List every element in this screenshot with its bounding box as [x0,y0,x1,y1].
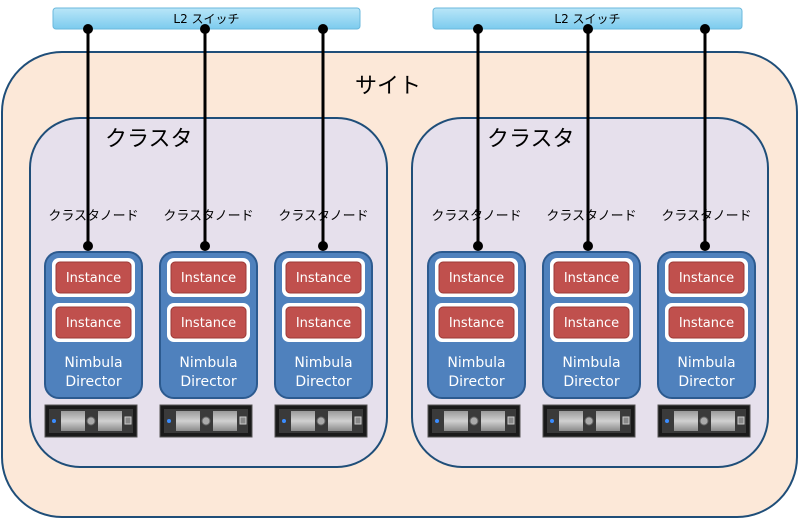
director-label-line2: Director [65,374,121,390]
link-connector-dot [200,241,210,251]
server-port [239,416,247,425]
instance-label: Instance [181,316,236,331]
instance-label: Instance [449,316,504,331]
server-port [737,416,745,425]
server-drive-bay [98,411,122,431]
link-connector-dot [583,24,593,34]
site-label: サイト [355,74,421,99]
server-drive-bay [176,411,200,431]
instance-label: Instance [296,316,351,331]
instance-label: Instance [66,316,121,331]
link-connector-dot [83,24,93,34]
server-port [622,416,630,425]
server-power-led [550,419,554,423]
instance-label: Instance [679,271,734,286]
server-drive-bay [213,411,237,431]
server-drive-bay [596,411,620,431]
link-connector-dot [200,24,210,34]
director-label-line1: Nimbula [562,355,620,371]
director-label-line1: Nimbula [677,355,735,371]
cluster-node-label: クラスタノード [546,209,636,224]
director-label-line2: Director [448,374,504,390]
l2-switch-label: L2 スイッチ [554,12,620,26]
server-drive-bay [674,411,698,431]
instance-label: Instance [181,271,236,286]
server-drive-bay [444,411,468,431]
director-label-line2: Director [180,374,236,390]
server-port [507,416,515,425]
server-button [469,416,479,426]
link-connector-dot [473,24,483,34]
instance-label: Instance [564,271,619,286]
server-drive-bay [711,411,735,431]
server-power-led [435,419,439,423]
cluster-node-label: クラスタノード [48,209,138,224]
server-power-led [52,419,56,423]
server-button [86,416,96,426]
instance-label: Instance [564,316,619,331]
cluster-node-label: クラスタノード [163,209,253,224]
server-button [201,416,211,426]
link-connector-dot [318,24,328,34]
cluster-label: クラスタ [105,127,193,152]
server-port [354,416,362,425]
server-port [124,416,132,425]
director-label-line2: Director [295,374,351,390]
link-connector-dot [473,241,483,251]
link-connector-dot [700,241,710,251]
server-drive-bay [61,411,85,431]
director-label-line2: Director [678,374,734,390]
server-button [699,416,709,426]
director-label-line1: Nimbula [179,355,237,371]
instance-label: Instance [296,271,351,286]
link-connector-dot [318,241,328,251]
instance-label: Instance [679,316,734,331]
director-label-line1: Nimbula [64,355,122,371]
director-label-line2: Director [563,374,619,390]
server-drive-bay [559,411,583,431]
instance-label: Instance [66,271,121,286]
architecture-diagram: サイト L2 スイッチ L2 スイッチクラスタクラスタノード Instance Ins… [1,7,798,518]
link-connector-dot [583,241,593,251]
server-button [316,416,326,426]
instance-label: Instance [449,271,504,286]
server-drive-bay [291,411,315,431]
link-connector-dot [700,24,710,34]
l2-switch-label: L2 スイッチ [173,12,239,26]
director-label-line1: Nimbula [447,355,505,371]
server-drive-bay [481,411,505,431]
server-button [584,416,594,426]
cluster-label: クラスタ [487,127,575,152]
link-connector-dot [83,241,93,251]
server-drive-bay [328,411,352,431]
director-label-line1: Nimbula [294,355,352,371]
server-power-led [167,419,171,423]
server-power-led [282,419,286,423]
server-power-led [665,419,669,423]
